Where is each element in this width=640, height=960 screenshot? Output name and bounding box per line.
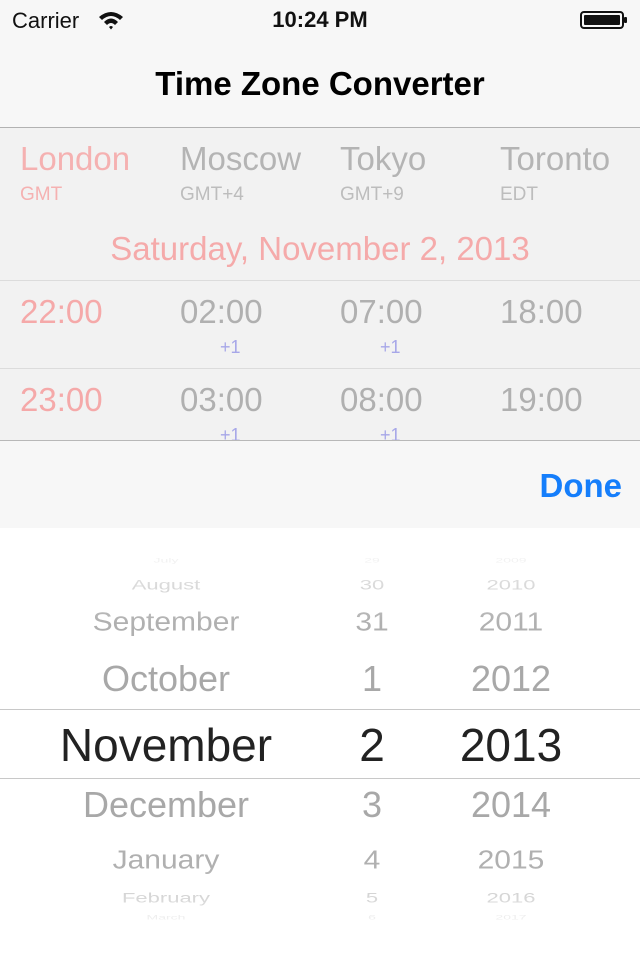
time-cell-moscow: 02:00 [180, 293, 263, 330]
zone-name: Toronto [500, 140, 611, 177]
zone-name: London [20, 140, 131, 177]
zone-column-london[interactable]: London GMT [20, 140, 180, 206]
navigation-bar: Time Zone Converter [0, 40, 640, 128]
picker-year-option[interactable]: 2009 [361, 556, 640, 563]
picker-year-option[interactable]: 2014 [361, 784, 640, 826]
picker-year-option[interactable]: 2015 [361, 847, 640, 876]
picker-year-option[interactable]: 2012 [361, 658, 640, 700]
picker-year-option[interactable]: 2010 [361, 577, 640, 593]
battery-icon [580, 11, 627, 29]
picker-year-selected[interactable]: 2013 [361, 718, 640, 772]
zone-column-toronto[interactable]: Toronto EDT [500, 140, 640, 206]
picker-selection-top-line [0, 709, 640, 710]
zone-name: Moscow [180, 140, 302, 177]
picker-selection-bottom-line [0, 778, 640, 779]
page-title: Time Zone Converter [155, 65, 485, 102]
picker-toolbar: Done [0, 440, 640, 528]
status-bar: Carrier 10:24 PM [0, 0, 640, 40]
zone-abbr: GMT+4 [180, 184, 244, 205]
day-offset-tokyo: +1 [380, 425, 401, 440]
zone-name: Tokyo [340, 140, 427, 177]
done-button[interactable]: Done [540, 467, 623, 505]
day-offset-tokyo: +1 [380, 337, 401, 357]
zone-column-tokyo[interactable]: Tokyo GMT+9 [340, 140, 500, 206]
picker-year-option[interactable]: 2017 [361, 913, 640, 920]
time-zone-table: London GMT Moscow GMT+4 Tokyo GMT+9 Toro… [0, 128, 640, 440]
zone-column-moscow[interactable]: Moscow GMT+4 [180, 140, 340, 206]
day-offset-moscow: +1 [220, 337, 241, 357]
time-row[interactable]: 22:00 02:00 07:00 18:00 +1 +1 [0, 280, 640, 368]
day-offset-moscow: +1 [220, 425, 241, 440]
date-picker[interactable]: July August September October November Decemb… [0, 528, 640, 960]
time-cell-toronto: 19:00 [500, 381, 583, 418]
picker-year-option[interactable]: 2016 [361, 890, 640, 906]
status-time: 10:24 PM [272, 7, 368, 32]
zone-abbr: GMT+9 [340, 184, 404, 205]
zone-abbr: EDT [500, 184, 538, 205]
time-cell-london: 22:00 [20, 293, 103, 330]
date-header: Saturday, November 2, 2013 [110, 230, 530, 267]
time-cell-moscow: 03:00 [180, 381, 263, 418]
time-cell-toronto: 18:00 [500, 293, 583, 330]
time-row[interactable]: 23:00 03:00 08:00 19:00 +1 +1 [0, 368, 640, 440]
time-cell-london: 23:00 [20, 381, 103, 418]
zone-abbr: GMT [20, 184, 63, 205]
time-cell-tokyo: 07:00 [340, 293, 423, 330]
time-cell-tokyo: 08:00 [340, 381, 423, 418]
picker-year-option[interactable]: 2011 [361, 609, 640, 638]
